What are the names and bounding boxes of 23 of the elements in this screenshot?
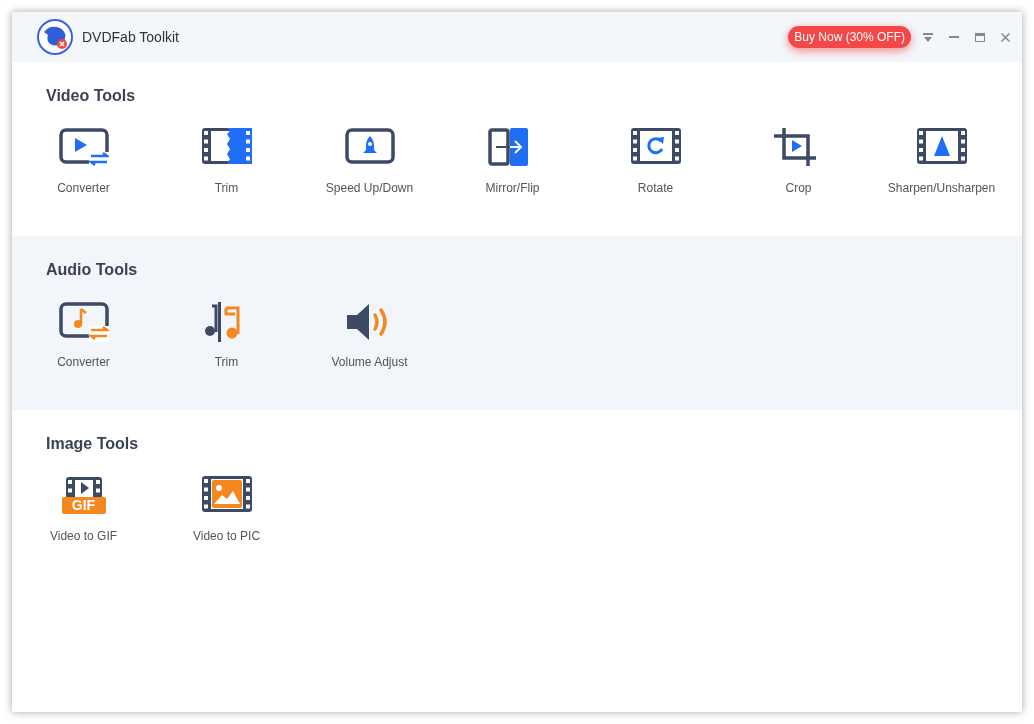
section-heading: Audio Tools xyxy=(46,260,139,280)
tool-label[interactable]: Video to PIC xyxy=(192,527,261,545)
tool-label[interactable]: Crop xyxy=(785,179,812,197)
window-title: DVDFab Toolkit xyxy=(82,27,179,47)
tool-label[interactable]: Volume Adjust xyxy=(331,353,408,371)
tool-label[interactable]: Mirror/Flip xyxy=(485,179,540,197)
section-heading: Video Tools xyxy=(46,86,137,106)
tool-label[interactable]: Rotate xyxy=(637,179,674,197)
section-heading: Image Tools xyxy=(46,434,140,454)
tool-label[interactable]: Converter xyxy=(57,353,110,371)
maximize-icon[interactable] xyxy=(975,32,985,42)
app-logo-icon xyxy=(36,18,74,56)
dropdown-menu-icon[interactable] xyxy=(923,32,933,42)
tool-label[interactable]: Sharpen/Unsharpen xyxy=(887,179,996,197)
tool-label[interactable]: Trim xyxy=(214,179,239,197)
tool-label[interactable]: Converter xyxy=(57,179,110,197)
tool-label[interactable]: Speed Up/Down xyxy=(325,179,414,197)
buy-now-button[interactable]: Buy Now (30% OFF) xyxy=(788,26,911,48)
screen-play-arrows-icon[interactable] xyxy=(58,128,109,168)
tool-label[interactable]: Trim xyxy=(214,353,239,371)
close-icon[interactable] xyxy=(1001,32,1010,42)
screen-music-arrows-icon[interactable] xyxy=(58,302,109,342)
tool-label[interactable]: Video to GIF xyxy=(49,527,118,545)
